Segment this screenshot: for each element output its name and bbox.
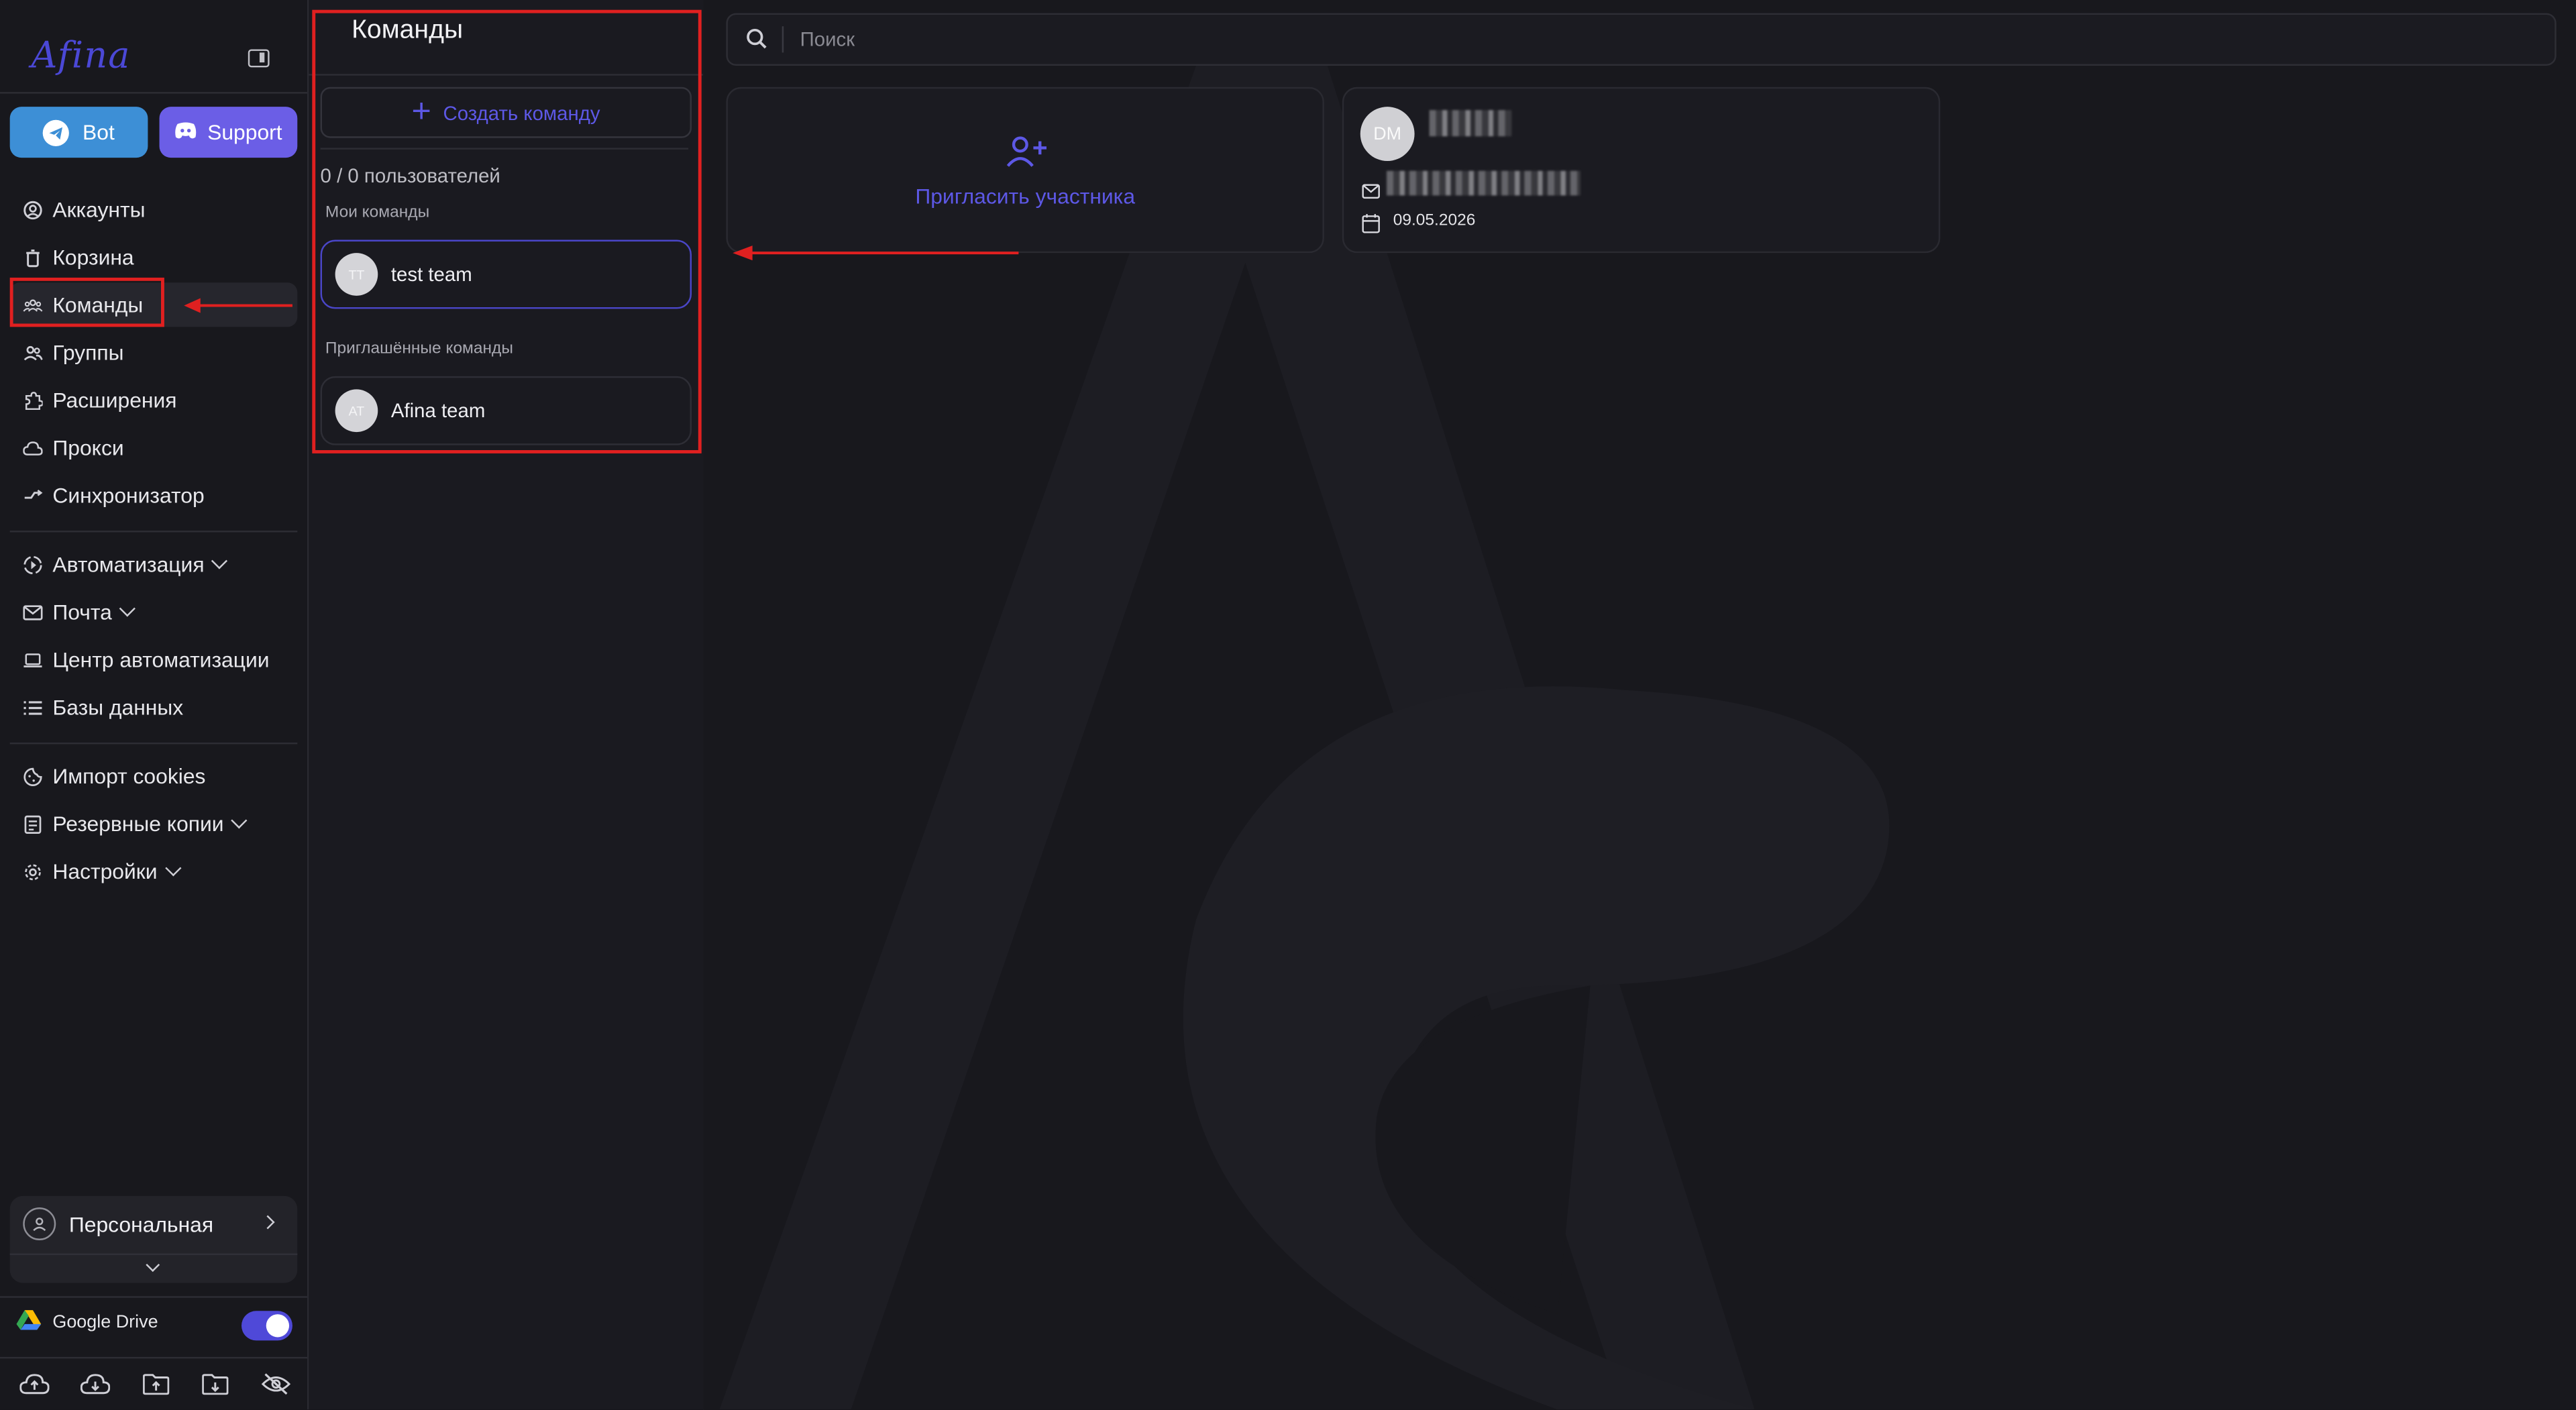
sidebar-item-mail[interactable]: Почта: [10, 590, 298, 634]
sidebar-item-label: Центр автоматизации: [52, 647, 270, 672]
highlight-arrow: [733, 246, 1019, 261]
cloud-upload-icon[interactable]: [19, 1370, 50, 1396]
divider: [9, 742, 298, 745]
sidebar: Afina Bot Support Аккаунты Корзина Коман…: [0, 0, 309, 1410]
list-icon: [23, 698, 42, 717]
discord-icon: [174, 120, 197, 145]
sidebar-item-label: Синхронизатор: [52, 483, 205, 508]
divider: [0, 92, 307, 94]
sidebar-item-settings[interactable]: Настройки: [10, 849, 298, 893]
sidebar-item-synchronizer[interactable]: Синхронизатор: [10, 473, 298, 517]
sidebar-item-groups[interactable]: Группы: [10, 330, 298, 374]
divider: [0, 1296, 307, 1298]
sidebar-item-label: Базы данных: [52, 694, 184, 720]
backup-icon: [23, 814, 42, 833]
group-icon: [23, 343, 43, 362]
sidebar-item-backups[interactable]: Резервные копии: [10, 802, 298, 846]
divider: [9, 531, 298, 533]
bot-button[interactable]: Bot: [9, 107, 148, 158]
user-circle-icon: [23, 200, 42, 219]
chevron-down-icon: [119, 600, 136, 617]
highlight-arrow: [184, 298, 292, 313]
sidebar-item-extensions[interactable]: Расширения: [10, 378, 298, 422]
profile-name: Персональная: [68, 1212, 214, 1238]
sidebar-item-automation-center[interactable]: Центр автоматизации: [10, 637, 298, 682]
chevron-down-icon: [164, 860, 181, 877]
invite-member-card[interactable]: Пригласить участника: [726, 87, 1324, 254]
sidebar-item-accounts[interactable]: Аккаунты: [10, 187, 298, 231]
sidebar-item-label: Прокси: [52, 435, 124, 460]
search-input[interactable]: Поиск: [800, 28, 855, 51]
divider: [0, 1356, 307, 1359]
add-user-icon: [1006, 135, 1049, 176]
search-icon: [746, 28, 767, 58]
sidebar-item-label: Резервные копии: [52, 811, 224, 836]
telegram-icon: [43, 119, 70, 146]
google-drive-icon: [16, 1309, 42, 1336]
sidebar-item-label: Настройки: [52, 859, 158, 884]
support-button-label: Support: [207, 119, 282, 145]
sidebar-item-label: Почта: [52, 599, 112, 625]
sidebar-item-proxy[interactable]: Прокси: [10, 425, 298, 470]
highlight-box: [9, 277, 164, 327]
cloud-icon: [23, 438, 43, 457]
puzzle-icon: [23, 390, 43, 410]
member-card[interactable]: DM 09.05.2026: [1342, 87, 1941, 254]
cloud-download-icon[interactable]: [80, 1370, 110, 1396]
invite-member-label: Пригласить участника: [915, 184, 1136, 209]
chevron-down-icon: [211, 553, 228, 570]
mail-icon: [23, 602, 43, 622]
highlight-box: [312, 9, 702, 453]
sidebar-item-label: Аккаунты: [52, 197, 146, 222]
search-bar[interactable]: Поиск: [726, 13, 2557, 66]
bottom-toolbar: [19, 1370, 291, 1396]
google-drive-toggle[interactable]: [241, 1311, 292, 1341]
support-button[interactable]: Support: [159, 107, 298, 158]
sidebar-item-label: Группы: [52, 339, 124, 365]
sidebar-item-label: Автоматизация: [52, 551, 205, 577]
member-date: 09.05.2026: [1393, 211, 1476, 230]
folder-upload-icon[interactable]: [140, 1370, 170, 1396]
app-logo: Afina: [31, 36, 131, 78]
member-email-redacted: [1386, 170, 1580, 196]
google-drive-row: Google Drive: [16, 1309, 158, 1336]
folder-download-icon[interactable]: [201, 1370, 230, 1396]
divider: [782, 26, 784, 53]
sidebar-collapse-icon[interactable]: [248, 49, 270, 68]
laptop-icon: [23, 650, 42, 669]
sidebar-item-import-cookies[interactable]: Импорт cookies: [10, 754, 298, 798]
sidebar-item-label: Импорт cookies: [52, 763, 206, 789]
chevron-down-icon: [231, 812, 248, 829]
sidebar-item-databases[interactable]: Базы данных: [10, 685, 298, 729]
bot-button-label: Bot: [83, 119, 115, 145]
chevron-down-icon[interactable]: [146, 1258, 160, 1272]
profile-switcher[interactable]: Персональная: [9, 1195, 298, 1283]
sidebar-item-label: Расширения: [52, 387, 177, 413]
automation-icon: [23, 555, 42, 574]
gear-icon: [23, 862, 42, 881]
member-avatar: DM: [1360, 107, 1415, 162]
teams-panel: Команды Создать команду 0 / 0 пользовате…: [309, 0, 705, 1410]
profile-avatar-icon: [23, 1207, 56, 1240]
eye-off-icon[interactable]: [261, 1370, 291, 1396]
mail-icon: [1362, 177, 1380, 207]
cookie-icon: [23, 766, 42, 785]
calendar-icon: [1362, 212, 1380, 241]
member-name-redacted: [1429, 110, 1512, 137]
divider: [9, 1253, 298, 1256]
trash-icon: [23, 248, 42, 267]
sync-icon: [23, 486, 43, 505]
sidebar-item-label: Корзина: [52, 244, 134, 270]
chevron-right-icon[interactable]: [260, 1215, 275, 1230]
google-drive-label: Google Drive: [52, 1312, 158, 1333]
sidebar-item-automation[interactable]: Автоматизация: [10, 542, 298, 586]
main-content: Поиск Пригласить участника DM 09.05.2026: [703, 0, 2576, 1410]
sidebar-item-trash[interactable]: Корзина: [10, 235, 298, 279]
